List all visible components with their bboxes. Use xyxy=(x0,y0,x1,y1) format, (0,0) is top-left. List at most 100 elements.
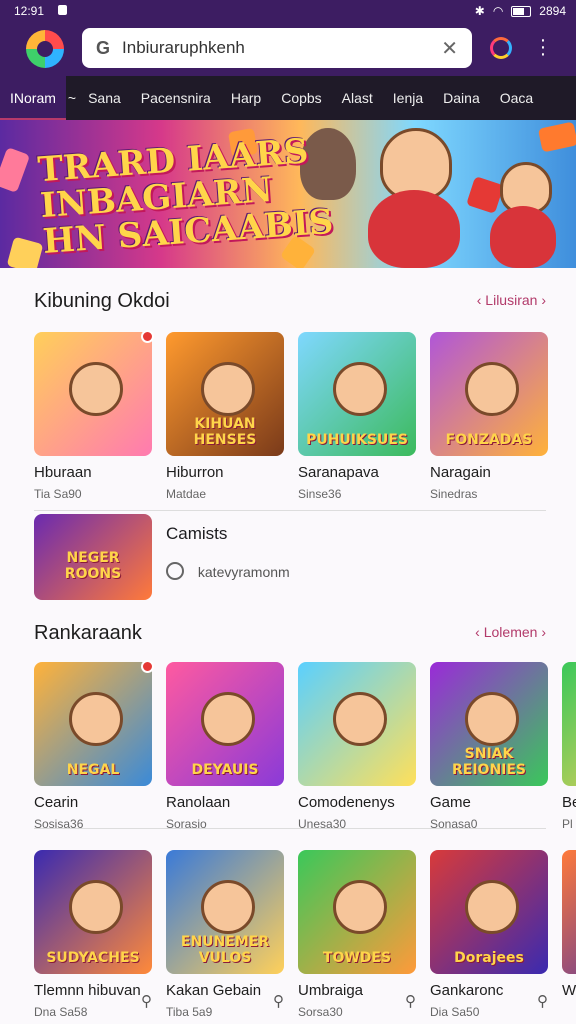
game-subtitle: Sinedras xyxy=(430,487,478,501)
game-title: Ranolaan xyxy=(166,794,231,811)
tab-item[interactable]: Daina xyxy=(433,76,490,120)
list-item-meta: katevyramonm xyxy=(166,562,290,580)
character-art xyxy=(69,692,123,746)
game-title: Naragain xyxy=(430,464,491,481)
section-see-more[interactable]: ‹ Lilusiran › xyxy=(477,292,546,308)
app-bar: G Inbiuraruphkenh ✕ · · · xyxy=(0,22,576,76)
character-art xyxy=(465,692,519,746)
character-art xyxy=(333,692,387,746)
game-title: Umbraiga xyxy=(298,982,364,999)
search-bar[interactable]: G Inbiuraruphkenh ✕ xyxy=(82,28,472,68)
category-tabs: INoram ~ Sana Pacensnira Harp Copbs Alast Ienja… xyxy=(0,76,576,120)
tab-item[interactable]: Ienja xyxy=(383,76,433,120)
notification-dot xyxy=(141,330,154,343)
game-card[interactable]: FONZADAS Naragain Sinedras xyxy=(430,332,548,501)
game-thumbnail: TOWDES xyxy=(298,850,416,974)
game-subtitle: Tia Sa90 xyxy=(34,487,82,501)
tab-item[interactable]: INoram xyxy=(0,76,66,120)
game-thumbnail: Dorajees xyxy=(430,850,548,974)
clear-icon[interactable]: ✕ xyxy=(441,36,458,61)
game-subtitle: Tiba 5a9 xyxy=(166,1005,213,1019)
game-thumbnail: SUDYACHES xyxy=(34,850,152,974)
radio-icon[interactable] xyxy=(166,562,184,580)
hero-banner[interactable]: TRARD IAARS INBAGIARN HN SAICAABIS xyxy=(0,120,576,268)
sim-icon xyxy=(58,5,67,15)
tab-item[interactable]: Alast xyxy=(332,76,383,120)
status-bar: 12:91 ✱ ◠ 2894 xyxy=(0,0,576,22)
game-thumbnail: KIHUAN HENSES xyxy=(166,332,284,456)
partial-card[interactable]: Be Pl xyxy=(562,662,576,831)
game-subtitle: Sorsa30 xyxy=(298,1005,343,1019)
game-thumbnail: SNIAK REIONIES xyxy=(430,662,548,786)
game-title: Hiburron xyxy=(166,464,224,481)
search-icon[interactable]: ⚲ xyxy=(405,992,416,1010)
section-title: Kibuning Okdoi xyxy=(34,290,170,312)
profile-avatar[interactable] xyxy=(490,37,512,59)
game-card[interactable]: DEYAUIS Ranolaan Sorasio xyxy=(166,662,284,831)
game-card[interactable]: SNIAK REIONIES Game Sonasa0 xyxy=(430,662,548,831)
game-card[interactable]: ENUNEMER VULOS Kakan Gebain Tiba 5a9 ⚲ xyxy=(166,850,284,1019)
game-card[interactable]: NEGAL Cearin Sosisa36 xyxy=(34,660,154,831)
game-title: Game xyxy=(430,794,471,811)
game-title: Cearin xyxy=(34,794,79,811)
wifi-icon: ◠ xyxy=(492,4,504,18)
character-art xyxy=(69,880,123,934)
search-input[interactable]: Inbiuraruphkenh xyxy=(122,38,441,58)
character-art xyxy=(201,880,255,934)
more-menu-icon[interactable]: · · · xyxy=(537,30,549,64)
game-title: Saranapava xyxy=(298,464,379,481)
game-title: Gankaronc xyxy=(430,982,504,999)
tab-separator-icon: ~ xyxy=(67,90,77,106)
bluetooth-icon: ✱ xyxy=(474,4,485,18)
character-art xyxy=(333,362,387,416)
search-icon[interactable]: ⚲ xyxy=(537,992,548,1010)
character-art xyxy=(465,362,519,416)
game-thumbnail: PUHUIKSUES xyxy=(298,332,416,456)
game-subtitle: Sinse36 xyxy=(298,487,342,501)
tab-item[interactable]: Harp xyxy=(221,76,271,120)
game-card[interactable]: PUHUIKSUES Saranapava Sinse36 xyxy=(298,332,416,501)
partial-card[interactable]: Wi xyxy=(562,850,576,999)
game-thumbnail: ENUNEMER VULOS xyxy=(166,850,284,974)
game-thumbnail xyxy=(298,662,416,786)
game-card[interactable]: Dorajees Gankaronc Dia Sa50 ⚲ xyxy=(430,850,548,1019)
game-thumbnail xyxy=(34,332,152,456)
search-icon[interactable]: ⚲ xyxy=(273,992,284,1010)
battery-icon xyxy=(511,5,532,17)
notification-dot xyxy=(141,660,154,673)
tab-item[interactable]: Oaca xyxy=(490,76,543,120)
game-card[interactable]: SUDYACHES Tlemnn hibuvan Dna Sa58 ⚲ xyxy=(34,850,152,1019)
character-art xyxy=(69,362,123,416)
google-icon: G xyxy=(96,37,111,58)
character-art xyxy=(465,880,519,934)
game-title: Kakan Gebain xyxy=(166,982,262,999)
game-subtitle: Dia Sa50 xyxy=(430,1005,480,1019)
game-thumbnail: NEGER ROONS xyxy=(34,514,152,600)
game-title: Tlemnn hibuvan xyxy=(34,982,141,999)
game-card[interactable]: Hburaan Tia Sa90 xyxy=(34,330,154,501)
game-card[interactable]: KIHUAN HENSES Hiburron Matdae xyxy=(166,332,284,501)
app-logo[interactable] xyxy=(26,30,64,68)
character-art xyxy=(333,880,387,934)
tab-item[interactable]: Sana xyxy=(78,76,131,120)
search-icon[interactable]: ⚲ xyxy=(141,992,152,1010)
game-thumbnail: DEYAUIS xyxy=(166,662,284,786)
game-card[interactable]: TOWDES Umbraiga Sorsa30 ⚲ xyxy=(298,850,416,1019)
section-title: Rankaraank xyxy=(34,622,142,644)
game-thumbnail: NEGAL xyxy=(34,662,152,786)
game-thumbnail: FONZADAS xyxy=(430,332,548,456)
divider xyxy=(34,828,546,829)
game-card[interactable]: Comodenenys Unesa30 xyxy=(298,662,416,831)
section-see-more[interactable]: ‹ Lolemen › xyxy=(475,624,546,640)
game-subtitle: Matdae xyxy=(166,487,207,501)
game-title: Comodenenys xyxy=(298,794,395,811)
banner-title: TRARD IAARS INBAGIARN HN SAICAABIS xyxy=(36,131,335,263)
tab-item[interactable]: Copbs xyxy=(271,76,331,120)
game-title: Hburaan xyxy=(34,464,92,481)
tab-item[interactable]: Pacensnira xyxy=(131,76,221,120)
list-item-game[interactable]: NEGER ROONS xyxy=(34,514,152,600)
list-item-title: Camists xyxy=(166,524,228,543)
game-subtitle: Dna Sa58 xyxy=(34,1005,88,1019)
character-art xyxy=(201,692,255,746)
battery-level: 2894 xyxy=(539,4,566,18)
